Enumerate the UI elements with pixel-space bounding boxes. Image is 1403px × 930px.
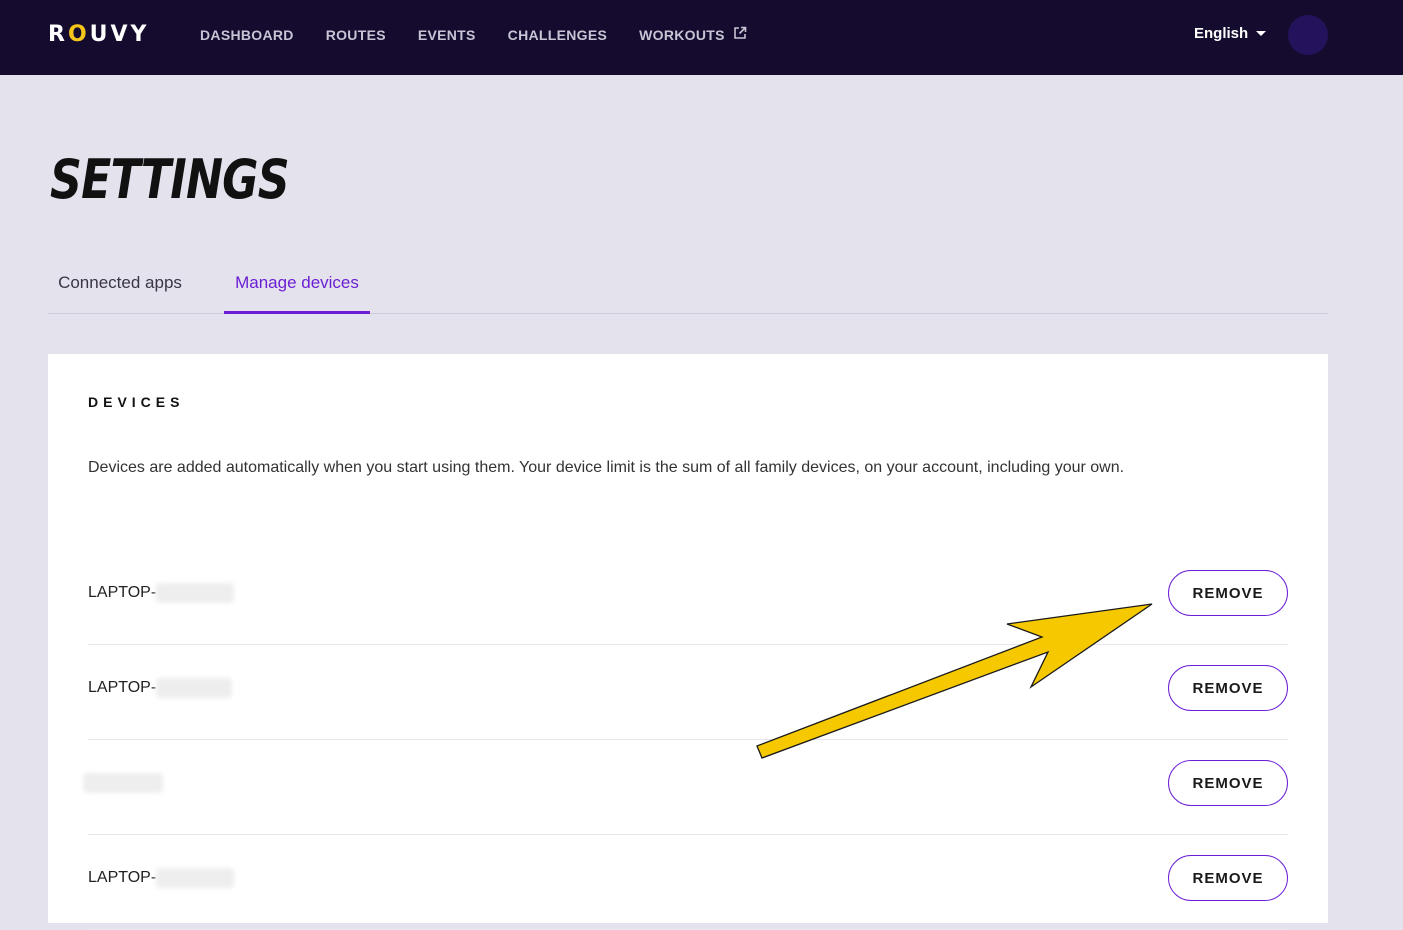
redacted-text xyxy=(156,583,235,603)
device-row: LAPTOP- REMOVE xyxy=(88,645,1288,740)
device-name: LAPTOP- xyxy=(88,868,235,888)
device-row: LAPTOP- REMOVE xyxy=(88,550,1288,645)
chevron-down-icon xyxy=(1256,31,1267,36)
redacted-text xyxy=(156,868,235,888)
device-row: LAPTOP- REMOVE xyxy=(88,835,1288,930)
nav-events[interactable]: EVENTS xyxy=(418,26,476,43)
device-name xyxy=(83,773,163,793)
remove-device-button[interactable]: REMOVE xyxy=(1168,760,1288,806)
devices-description: Devices are added automatically when you… xyxy=(88,459,1125,476)
top-navigation-bar: ROUVY DASHBOARD ROUTES EVENTS CHALLENGES… xyxy=(0,0,1403,75)
redacted-text xyxy=(156,678,233,698)
nav-challenges[interactable]: CHALLENGES xyxy=(508,26,607,43)
devices-card: DEVICES Devices are added automatically … xyxy=(48,354,1328,930)
language-selector[interactable]: English xyxy=(1194,25,1267,42)
redacted-text xyxy=(83,773,163,793)
device-name: LAPTOP- xyxy=(88,678,233,698)
main-nav: DASHBOARD ROUTES EVENTS CHALLENGES WORKO… xyxy=(200,26,779,43)
settings-tabs: Connected apps Manage devices xyxy=(48,262,1328,314)
tab-connected-apps[interactable]: Connected apps xyxy=(48,262,192,314)
device-name: LAPTOP- xyxy=(88,583,235,603)
external-link-icon xyxy=(733,26,747,43)
remove-device-button[interactable]: REMOVE xyxy=(1168,570,1288,616)
nav-dashboard[interactable]: DASHBOARD xyxy=(200,26,294,43)
remove-device-button[interactable]: REMOVE xyxy=(1168,855,1288,901)
tab-manage-devices[interactable]: Manage devices xyxy=(224,262,370,314)
rouvy-logo[interactable]: ROUVY xyxy=(48,22,149,47)
nav-workouts[interactable]: WORKOUTS xyxy=(639,26,747,43)
devices-heading: DEVICES xyxy=(88,394,185,410)
page-title: SETTINGS xyxy=(50,148,290,211)
nav-routes[interactable]: ROUTES xyxy=(326,26,386,43)
avatar[interactable] xyxy=(1288,15,1328,55)
remove-device-button[interactable]: REMOVE xyxy=(1168,665,1288,711)
device-row: REMOVE xyxy=(83,740,1288,835)
